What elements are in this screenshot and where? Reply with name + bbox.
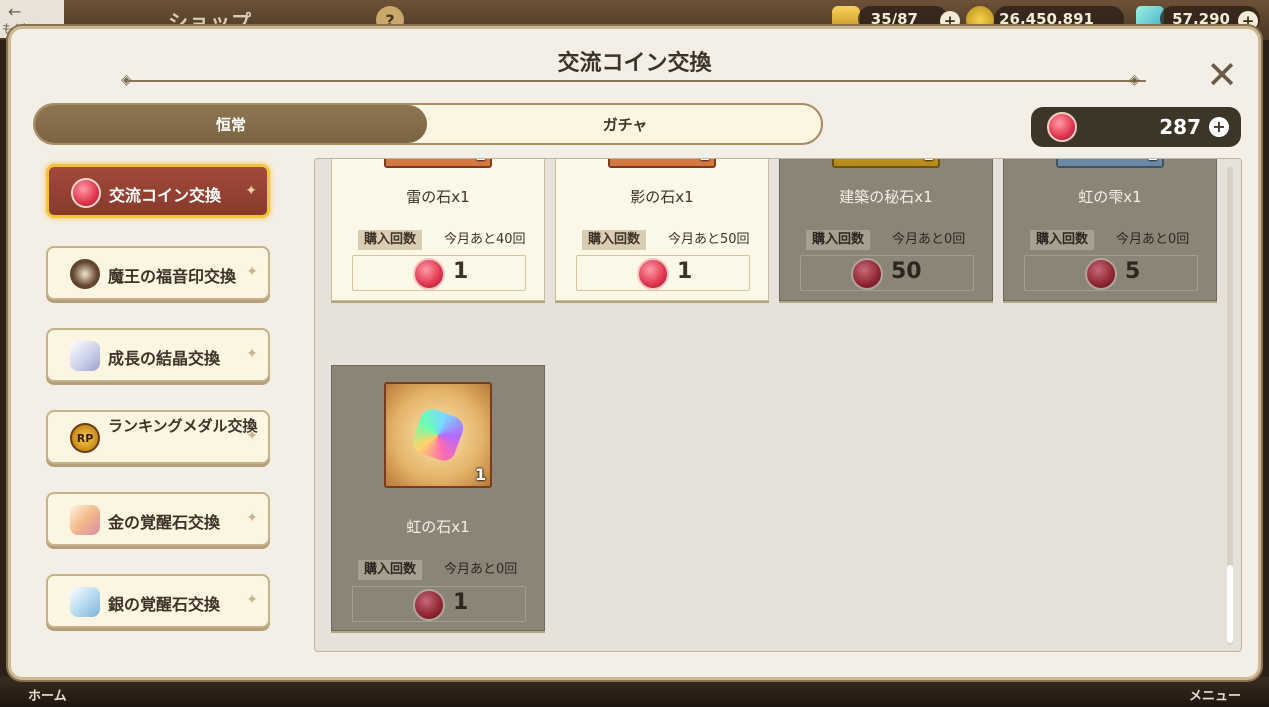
tab-gacha[interactable]: ガチャ [427,105,821,143]
purchase-count-remaining: 今月あと0回 [1116,232,1190,247]
item-name: 雷の石x1 [406,188,470,206]
coin-plus-button[interactable]: + [1209,117,1229,137]
sidebar-item-label: 成長の結晶交換 [108,349,221,368]
sidebar-item-label: 魔王の福音印交換 [108,267,237,286]
ornament-icon: ✦ [246,346,258,362]
item-name: 建築の秘石x1 [839,188,933,206]
sidebar-item-seal-exchange[interactable]: 魔王の福音印交換 ✦ [46,246,270,300]
ornament-icon: ✦ [246,510,258,526]
sidebar-item-medal-exchange[interactable]: RP ランキングメダル交換 ✦ [46,410,270,464]
item-card-rainbow-drop[interactable]: 1 虹の雫x1 購入回数 今月あと0回 5 [1003,159,1217,301]
item-name: 虹の石x1 [406,518,470,536]
heart-coin-icon [1047,112,1077,142]
item-card-shadow-stone[interactable]: 1 影の石x1 購入回数 今月あと50回 1 [555,159,769,301]
scrollbar-thumb[interactable] [1227,565,1233,643]
purchase-count-remaining: 今月あと50回 [668,232,750,247]
item-price: 5 [1125,259,1141,284]
ornament-icon: ✦ [245,183,257,199]
shadow-stone-icon: 1 [608,159,716,168]
ornament-icon: ✦ [246,428,258,444]
purchase-count-remaining: 今月あと40回 [444,232,526,247]
rainbow-gem-icon [409,405,467,465]
modal-title: 交流コイン交換 [557,51,712,76]
item-name: 虹の雫x1 [1078,188,1142,206]
price-box[interactable]: 1 [352,255,526,291]
building-stone-icon: 1 [832,159,940,168]
exchange-modal: 交流コイン交換 ◈ ◈ ✕ 恒常 ガチャ 287 + 交流コイン交換 ✦ 魔王の… [8,26,1261,680]
price-box[interactable]: 1 [352,586,526,622]
seal-icon [70,259,100,289]
sidebar-item-label: 銀の覚醒石交換 [108,595,221,614]
rainbow-drop-icon: 1 [1056,159,1164,168]
item-price: 1 [453,590,469,615]
bottom-bar: ホーム メニュー [0,677,1269,707]
purchase-count-label: 購入回数 [358,230,423,250]
item-price: 1 [453,259,469,284]
ornament-icon: ✦ [246,592,258,608]
rainbow-stone-icon: 1 [384,382,492,488]
tab-regular[interactable]: 恒常 [35,105,427,143]
back-arrow-icon: ← [8,2,22,21]
item-name: 影の石x1 [630,188,694,206]
scrollbar[interactable] [1227,167,1233,645]
sidebar-item-coin-exchange[interactable]: 交流コイン交換 ✦ [46,164,270,218]
item-card-thunder-stone[interactable]: 1 雷の石x1 購入回数 今月あと40回 1 [331,159,545,301]
tab-bar: 恒常 ガチャ [33,103,823,145]
purchase-count-label: 購入回数 [806,230,871,250]
item-quantity: 1 [474,465,486,484]
sidebar-item-label: ランキングメダル交換 [108,417,258,435]
heart-coin-icon [413,589,445,621]
price-box[interactable]: 1 [576,255,750,291]
heart-coin-icon [71,178,101,208]
price-box[interactable]: 50 [800,255,974,291]
purchase-count-label: 購入回数 [582,230,647,250]
price-box[interactable]: 5 [1024,255,1198,291]
coin-balance: 287 + [1031,107,1241,147]
rp-medal-icon: RP [70,423,100,453]
purchase-count-remaining: 今月あと0回 [892,232,966,247]
item-grid[interactable]: 1 雷の石x1 購入回数 今月あと40回 1 1 影の石x1 購入回数 今月あと… [314,158,1242,652]
thunder-stone-icon: 1 [384,159,492,168]
item-quantity: 1 [699,159,710,164]
heart-coin-icon [637,258,669,290]
menu-button[interactable]: メニュー [1189,685,1241,704]
crystal-icon [70,341,100,371]
item-card-building-stone[interactable]: 1 建築の秘石x1 購入回数 今月あと0回 50 [779,159,993,301]
title-divider [126,80,1146,82]
sidebar-item-label: 金の覚醒石交換 [108,513,221,532]
item-quantity: 1 [923,159,934,164]
purchase-count-label: 購入回数 [358,560,423,580]
coin-balance-value: 287 [1159,115,1201,139]
item-price: 50 [891,259,922,284]
close-icon[interactable]: ✕ [1204,56,1240,94]
heart-coin-icon [851,258,883,290]
sidebar-item-crystal-exchange[interactable]: 成長の結晶交換 ✦ [46,328,270,382]
item-quantity: 1 [475,159,486,164]
item-quantity: 1 [1147,159,1158,164]
title-ornament-right-icon: ◈ [1129,72,1140,88]
item-price: 1 [677,259,693,284]
gold-stone-icon [70,505,100,535]
purchase-count-remaining: 今月あと0回 [444,562,518,577]
sidebar-item-label: 交流コイン交換 [109,186,222,205]
heart-coin-icon [1085,258,1117,290]
purchase-count-label: 購入回数 [1030,230,1095,250]
heart-coin-icon [413,258,445,290]
ornament-icon: ✦ [246,264,258,280]
sidebar-item-gold-stone-exchange[interactable]: 金の覚醒石交換 ✦ [46,492,270,546]
silver-stone-icon [70,587,100,617]
sidebar-item-silver-stone-exchange[interactable]: 銀の覚醒石交換 ✦ [46,574,270,628]
home-button[interactable]: ホーム [28,685,67,704]
item-card-rainbow-stone[interactable]: 1 虹の石x1 購入回数 今月あと0回 1 [331,365,545,631]
